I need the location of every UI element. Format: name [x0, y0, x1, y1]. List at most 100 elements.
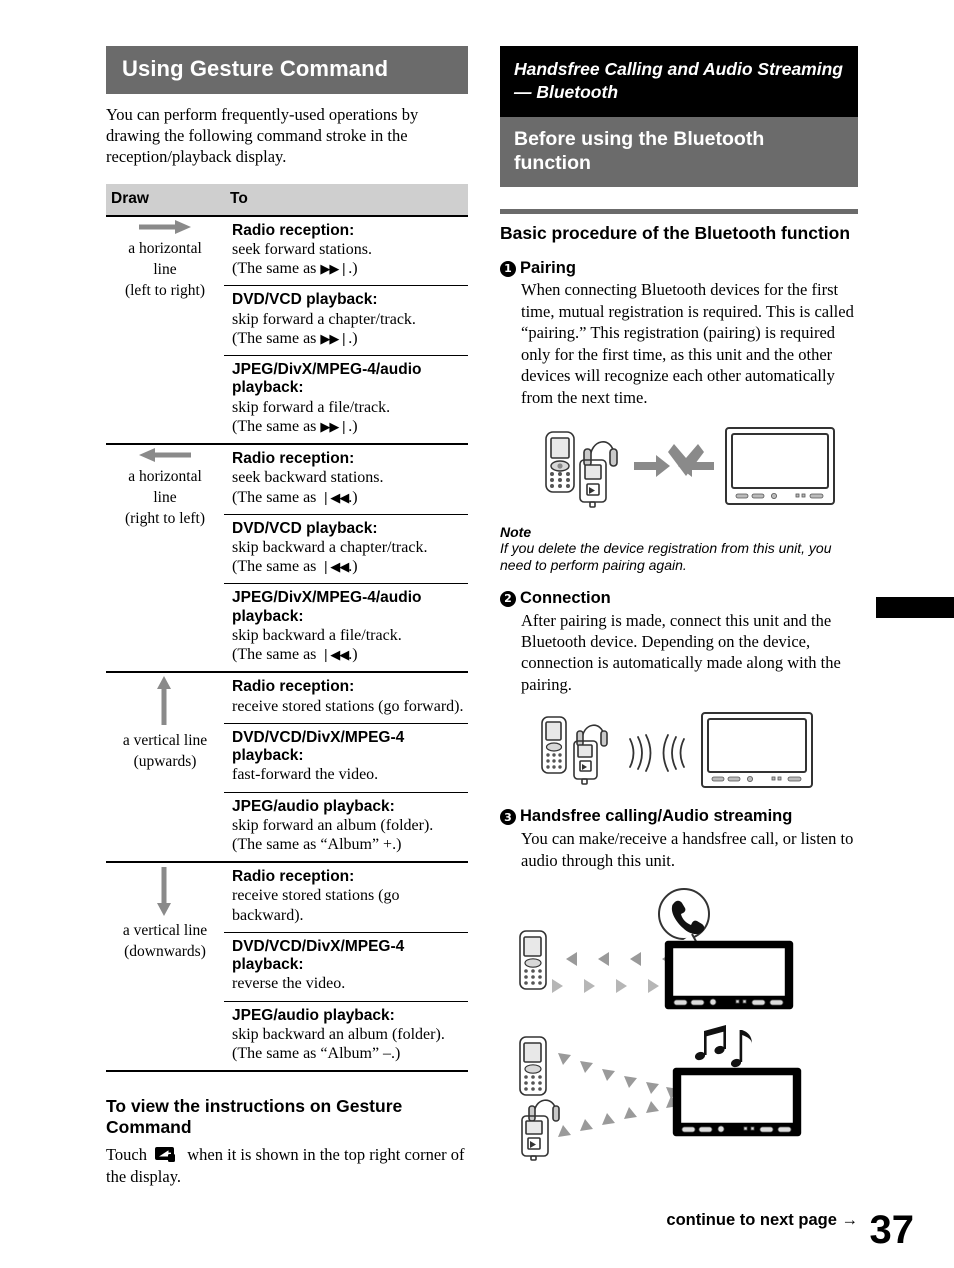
table-row: a vertical line (downwards) Radio receptio… — [106, 862, 468, 1073]
gesture-action-desc: receive stored stations (go backward). — [232, 887, 400, 924]
touch-label: Touch — [106, 1145, 148, 1165]
step-1-title: Pairing — [520, 258, 576, 277]
draw-label-line: line — [153, 260, 177, 278]
draw-label-line: a vertical line — [122, 922, 208, 940]
transport-glyph-icon: ❘◀◀ — [320, 490, 349, 506]
transport-glyph-icon: ❘◀◀ — [320, 560, 349, 576]
music-note-icon — [694, 1024, 752, 1068]
gesture-action: JPEG/audio playback: skip forward an albu… — [224, 793, 468, 862]
intro-paragraph: You can perform frequently-used operatio… — [106, 104, 419, 167]
step-3-title: Handsfree calling/Audio streaming — [520, 807, 793, 826]
view-instructions-text: Touch when it is shown in the top right … — [106, 1144, 468, 1187]
draw-label-line: (left to right) — [124, 281, 206, 299]
table-row: a vertical line (upwards) Radio reception:… — [106, 672, 468, 864]
page-number: 37 — [869, 1208, 915, 1252]
draw-label-line: (right to left) — [124, 509, 206, 527]
draw-label-line: (downwards) — [124, 943, 206, 961]
gesture-mode-title: JPEG/DivX/MPEG-4/audio playback: — [232, 589, 422, 625]
gesture-mode-title: DVD/VCD/DivX/MPEG-4 playback: — [232, 937, 405, 974]
gesture-same-as: (The same as ❘◀◀.) — [232, 646, 358, 664]
draw-label-line: a vertical line — [122, 732, 208, 750]
gesture-action: DVD/VCD/DivX/MPEG-4 playback: reverse the… — [224, 933, 468, 1002]
step-number-3-icon: 3 — [500, 809, 516, 826]
view-instructions-heading: To view the instructions on Gesture Comm… — [106, 1096, 403, 1138]
note-block: Note If you delete the device registrati… — [500, 524, 858, 575]
step-number-1-icon: 1 — [500, 260, 516, 277]
gesture-action-desc: fast-forward the video. — [232, 766, 379, 784]
step-2-body: After pairing is made, connect this unit… — [521, 610, 841, 694]
gesture-same-as: (The same as ▶▶❘.) — [232, 260, 358, 278]
draw-label-line: a horizontal — [128, 239, 202, 257]
gesture-action-desc: skip forward an album (folder). — [232, 816, 434, 834]
chapter-title-bluetooth: Handsfree Calling and Audio Streaming — … — [500, 46, 858, 117]
gesture-action: DVD/VCD playback: skip backward a chapter… — [224, 515, 468, 585]
gesture-mode-title: Radio reception: — [232, 678, 355, 696]
gesture-command-table: Draw To a horizontal line (left to right) R… — [106, 183, 468, 1073]
note-label: Note — [500, 524, 532, 541]
gesture-action: JPEG/DivX/MPEG-4/audio playback: skip bac… — [224, 584, 468, 671]
gesture-action: Radio reception: receive stored stations … — [224, 673, 468, 724]
gesture-same-as: (The same as ▶▶❘.) — [232, 329, 358, 347]
transport-glyph-icon: ▶▶❘ — [320, 262, 349, 278]
section-title-using-gesture-command: Using Gesture Command — [106, 46, 468, 94]
table-header-row: Draw To — [106, 183, 468, 217]
draw-label-line: line — [153, 488, 177, 506]
audio-streaming-diagram — [506, 1021, 858, 1161]
draw-label-line: (upwards) — [133, 753, 197, 771]
gesture-mode-title: JPEG/DivX/MPEG-4/audio playback: — [232, 361, 422, 397]
gesture-same-as: (The same as ❘◀◀.) — [232, 488, 358, 506]
step-3-body: You can make/receive a handsfree call, o… — [521, 829, 854, 870]
arrow-right-icon: → — [841, 1211, 859, 1229]
gesture-action: JPEG/DivX/MPEG-4/audio playback: skip for… — [224, 356, 468, 443]
gesture-action: DVD/VCD playback: skip forward a chapter/… — [224, 286, 468, 357]
column-header-to: To — [224, 183, 468, 217]
gesture-mode-title: JPEG/audio playback: — [232, 1006, 395, 1024]
gesture-action-desc: skip backward a chapter/track. — [232, 539, 428, 557]
gesture-action-desc: skip forward a chapter/track. — [232, 310, 416, 328]
manual-page: Using Gesture Command You can perform fr… — [0, 0, 954, 1268]
to-cell: Radio reception: seek backward stations.(… — [224, 444, 468, 674]
draw-label-line: a horizontal — [128, 468, 202, 486]
right-column: Handsfree Calling and Audio Streaming — … — [500, 46, 858, 1161]
gesture-command-icon — [155, 1147, 179, 1164]
gesture-action: JPEG/audio playback: skip backward an alb… — [224, 1002, 468, 1071]
step-number-2-icon: 2 — [500, 590, 516, 607]
step-1-body: When connecting Bluetooth devices for th… — [521, 280, 854, 407]
gesture-action: Radio reception: receive stored stations … — [224, 863, 468, 933]
arrow-up-icon — [106, 675, 224, 727]
gesture-mode-title: Radio reception: — [232, 221, 355, 239]
gesture-action-desc: seek forward stations. — [232, 241, 372, 259]
page-edge-tab-marker — [876, 597, 954, 618]
gesture-action-desc: skip backward a file/track. — [232, 626, 402, 644]
to-cell: Radio reception: receive stored stations … — [224, 862, 468, 1073]
gesture-mode-title: Radio reception: — [232, 868, 355, 886]
gesture-same-as: (The same as ❘◀◀.) — [232, 558, 358, 576]
gesture-mode-title: DVD/VCD playback: — [232, 291, 378, 309]
gesture-action: DVD/VCD/DivX/MPEG-4 playback: fast-forwar… — [224, 724, 468, 793]
section-divider — [500, 209, 858, 215]
draw-cell: a vertical line (upwards) — [106, 672, 224, 864]
transport-glyph-icon: ▶▶❘ — [320, 331, 349, 347]
draw-cell: a vertical line (downwards) — [106, 862, 224, 1073]
to-cell: Radio reception: seek forward stations. (T… — [224, 215, 468, 446]
step-2-title: Connection — [520, 588, 611, 607]
section-title-before-using-bluetooth: Before using the Bluetooth function — [500, 116, 858, 188]
step-3-heading: 3 Handsfree calling/Audio streaming — [500, 807, 858, 827]
gesture-action: Radio reception: seek backward stations.(… — [224, 445, 468, 515]
step-2-heading: 2 Connection — [500, 589, 858, 609]
gesture-action: Radio reception: seek forward stations. (T… — [224, 217, 468, 287]
transport-glyph-icon: ▶▶❘ — [320, 419, 349, 435]
column-header-draw: Draw — [106, 183, 224, 217]
gesture-action-desc: skip forward a file/track. — [232, 398, 391, 416]
arrow-right-icon — [106, 219, 224, 235]
continue-to-next-page: continue to next page → — [666, 1211, 858, 1230]
left-column: Using Gesture Command You can perform fr… — [106, 46, 468, 1187]
gesture-same-as: (The same as ▶▶❘.) — [232, 417, 358, 435]
pairing-diagram — [518, 424, 858, 510]
draw-cell: a horizontal line (right to left) — [106, 444, 224, 674]
table-row: a horizontal line (left to right) Radio rec… — [106, 215, 468, 446]
arrow-down-icon — [106, 865, 224, 917]
step-connection: 2 Connection After pairing is made, conn… — [500, 589, 858, 696]
subsection-title-basic-procedure: Basic procedure of the Bluetooth functio… — [500, 223, 851, 244]
gesture-same-as: (The same as “Album” –.) — [232, 1045, 401, 1063]
